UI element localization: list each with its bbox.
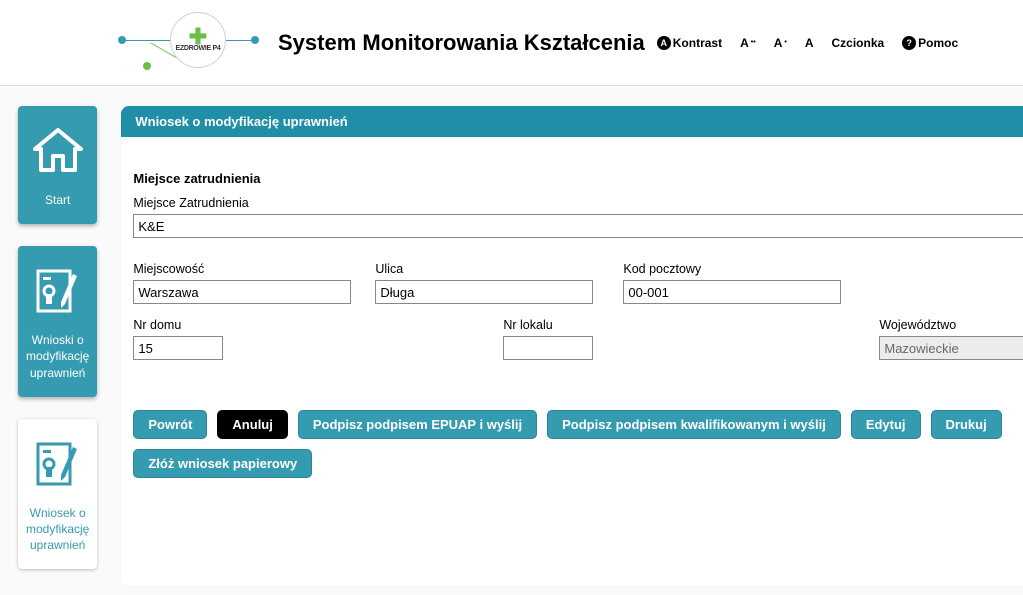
section-title: Miejsce zatrudnienia	[133, 171, 1023, 186]
drukuj-button[interactable]: Drukuj	[931, 410, 1002, 439]
anuluj-button[interactable]: Anuluj	[217, 410, 287, 439]
ulica-input[interactable]	[375, 280, 593, 304]
edytuj-button[interactable]: Edytuj	[851, 410, 921, 439]
sidebar-item-wniosek[interactable]: Wniosek o modyfikację uprawnień	[18, 419, 97, 570]
podpisz-kwalif-button[interactable]: Podpisz podpisem kwalifikowanym i wyślij	[547, 410, 841, 439]
miejscowosc-input[interactable]	[133, 280, 351, 304]
sidebar-item-start[interactable]: Start	[18, 106, 97, 224]
form-edit-icon	[33, 439, 83, 489]
podpisz-epuap-button[interactable]: Podpisz podpisem EPUAP i wyślij	[298, 410, 537, 439]
nrdomu-label: Nr domu	[133, 318, 351, 332]
nrdomu-input[interactable]	[133, 336, 223, 360]
nrlokalu-input[interactable]	[503, 336, 593, 360]
pomoc-button[interactable]: ? Pomoc	[902, 36, 958, 50]
powrot-button[interactable]: Powrót	[133, 410, 207, 439]
miejscowosc-label: Miejscowość	[133, 262, 351, 276]
font-size-large[interactable]: A••	[740, 36, 756, 50]
panel: Wniosek o modyfikację uprawnień Miejsce …	[121, 106, 1023, 586]
content: Wniosek o modyfikację uprawnień Miejsce …	[121, 106, 1023, 586]
form-edit-icon	[33, 266, 83, 316]
font-size-small[interactable]: A	[805, 36, 814, 50]
app-title: System Monitorowania Kształcenia	[278, 30, 645, 56]
sidebar: Start Wnioski o modyfikację uprawnień Wn…	[18, 106, 97, 586]
nrlokalu-label: Nr lokalu	[503, 318, 721, 332]
sidebar-item-wnioski[interactable]: Wnioski o modyfikację uprawnień	[18, 246, 97, 397]
sidebar-item-label: Wnioski o modyfikację uprawnień	[26, 332, 89, 381]
zloz-papierowy-button[interactable]: Złóż wniosek papierowy	[133, 449, 312, 478]
help-icon: ?	[902, 36, 916, 50]
logo-text: EZDROWIE P4	[176, 45, 221, 52]
logo: ✚ EZDROWIE P4	[120, 2, 260, 74]
panel-title: Wniosek o modyfikację uprawnień	[121, 106, 1023, 137]
home-icon	[31, 126, 85, 176]
kod-label: Kod pocztowy	[623, 262, 841, 276]
miejsce-label: Miejsce Zatrudnienia	[133, 196, 1023, 210]
woj-label: Województwo	[879, 318, 1023, 332]
header-tools: A Kontrast A•• A• A Czcionka ? Pomoc	[657, 36, 958, 50]
header: ✚ EZDROWIE P4 System Monitorowania Kszta…	[0, 0, 1023, 85]
font-size-medium[interactable]: A•	[774, 36, 787, 50]
plus-icon: ✚	[189, 29, 207, 45]
woj-select[interactable]	[879, 336, 1023, 360]
sidebar-item-label: Start	[45, 192, 70, 208]
sidebar-item-label: Wniosek o modyfikację uprawnień	[26, 505, 89, 554]
contrast-icon: A	[657, 36, 671, 50]
czcionka-label: Czcionka	[831, 36, 884, 50]
miejsce-input[interactable]	[133, 214, 1023, 238]
kontrast-button[interactable]: A Kontrast	[657, 36, 722, 50]
kod-input[interactable]	[623, 280, 841, 304]
button-row: Powrót Anuluj Podpisz podpisem EPUAP i w…	[133, 410, 1023, 478]
ulica-label: Ulica	[375, 262, 593, 276]
